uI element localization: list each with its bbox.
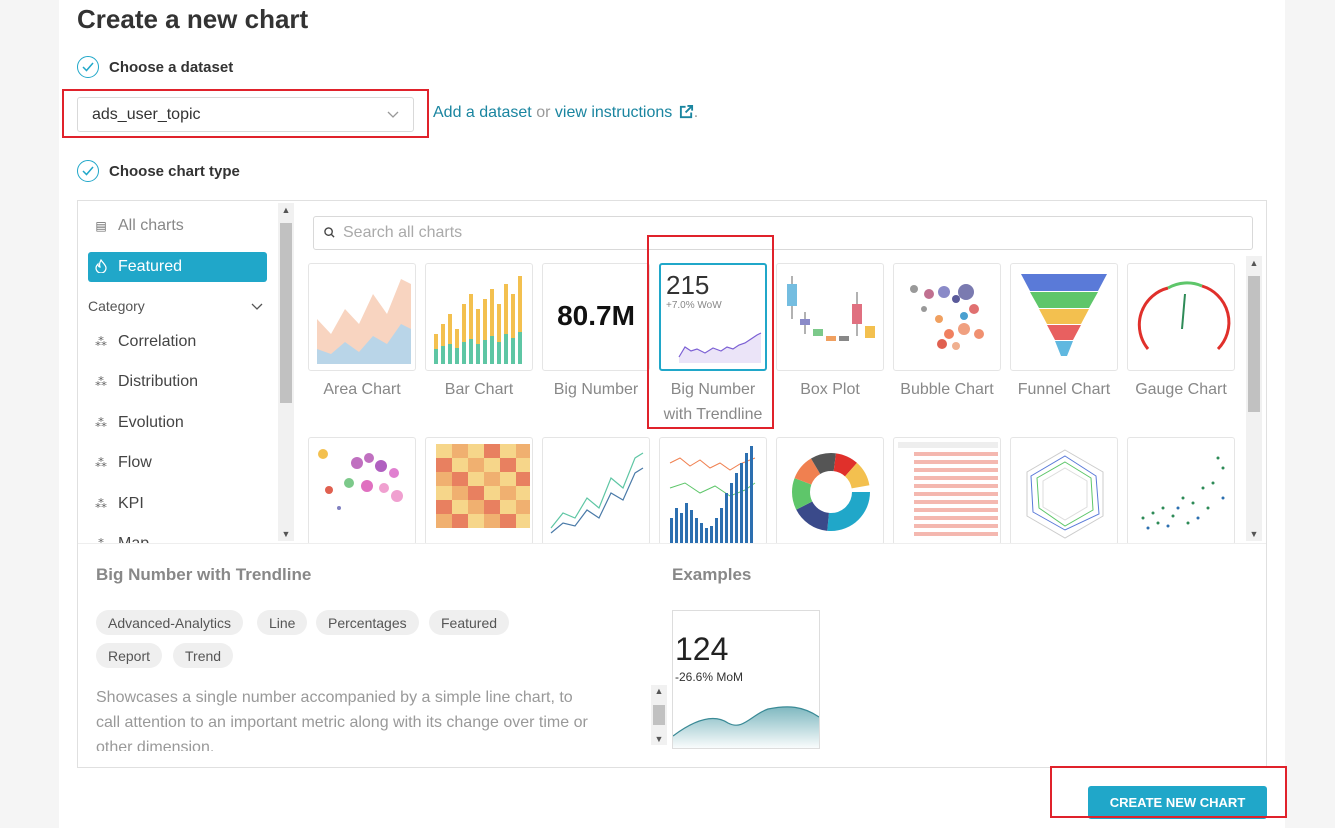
chart-detail-title: Big Number with Trendline: [96, 565, 312, 584]
sidebar-item-label: Distribution: [118, 373, 199, 390]
divider: [78, 543, 1266, 544]
chart-thumb-area[interactable]: [308, 263, 416, 371]
fire-icon: [94, 258, 108, 276]
chart-label: Bubble Chart: [900, 381, 994, 398]
chart-category-sidebar: ▤ All charts Featured Category ⁂ Correlat…: [78, 201, 278, 543]
sidebar-item-label: Correlation: [118, 333, 197, 350]
sidebar-item-distribution[interactable]: ⁂ Distribution: [88, 367, 267, 397]
sidebar-item-correlation[interactable]: ⁂ Correlation: [88, 327, 267, 357]
scrollbar-thumb[interactable]: [1248, 276, 1260, 412]
sidebar-item-label: KPI: [118, 495, 144, 512]
sidebar-item-label: Featured: [118, 258, 183, 275]
example-thumbnail[interactable]: 124 -26.6% MoM: [672, 610, 820, 749]
scrollbar-thumb[interactable]: [280, 223, 292, 403]
scroll-down-icon[interactable]: ▼: [651, 734, 667, 744]
chart-thumb-line[interactable]: [542, 437, 650, 543]
sidebar-item-flow[interactable]: ⁂ Flow: [88, 448, 267, 478]
scrollbar-thumb[interactable]: [653, 705, 665, 725]
highlight-box-chart: [647, 235, 774, 429]
step-choose-chart-type: Choose chart type: [77, 160, 240, 182]
page-title: Create a new chart: [77, 4, 309, 34]
chart-label: Bar Chart: [444, 381, 514, 398]
chart-thumb-big-number[interactable]: 80.7M: [542, 263, 650, 371]
chart-search-input[interactable]: Search all charts: [313, 216, 1253, 250]
highlight-box-button: [1050, 766, 1287, 818]
chart-label: Area Chart: [323, 381, 401, 398]
chart-thumb-bubble[interactable]: [893, 263, 1001, 371]
category-icon: ⁂: [95, 456, 107, 470]
examples-title: Examples: [672, 565, 752, 584]
scroll-down-icon[interactable]: ▼: [278, 529, 294, 539]
chart-description: Showcases a single number accompanied by…: [96, 689, 588, 751]
chevron-down-icon: [251, 298, 263, 314]
scroll-up-icon[interactable]: ▲: [1246, 258, 1262, 268]
view-instructions-link[interactable]: view instructions: [555, 104, 694, 121]
sidebar-item-label: Evolution: [118, 414, 184, 431]
step-label: Choose a dataset: [109, 58, 234, 76]
chart-label: Funnel Chart: [1017, 381, 1111, 398]
category-icon: ⁂: [95, 416, 107, 430]
sidebar-item-label: Flow: [118, 454, 152, 471]
chart-thumb-partition[interactable]: [308, 437, 416, 543]
sidebar-item-featured[interactable]: Featured: [88, 252, 267, 282]
chart-label: Gauge Chart: [1135, 381, 1227, 398]
search-icon: [324, 226, 335, 241]
period-text: .: [693, 104, 699, 121]
chart-thumb-gauge[interactable]: [1127, 263, 1235, 371]
chart-thumb-pie[interactable]: [776, 437, 884, 543]
add-dataset-link[interactable]: Add a dataset: [433, 104, 532, 121]
big-number-value: 80.7M: [557, 300, 635, 331]
search-placeholder: Search all charts: [343, 224, 463, 241]
sidebar-item-label: All charts: [118, 217, 184, 234]
dataset-links: Add a dataset or view instructions .: [433, 104, 698, 122]
chart-thumb-heatmap[interactable]: [425, 437, 533, 543]
category-icon: ⁂: [95, 375, 107, 389]
step-choose-dataset: Choose a dataset: [77, 56, 233, 78]
category-icon: ⁂: [95, 497, 107, 511]
tag: Advanced-Analytics: [96, 610, 243, 635]
sidebar-item-all-charts[interactable]: ▤ All charts: [88, 211, 267, 241]
sidebar-item-evolution[interactable]: ⁂ Evolution: [88, 408, 267, 438]
category-icon: ⁂: [95, 335, 107, 349]
sidebar-item-map[interactable]: ⁂Map: [88, 529, 267, 543]
chart-thumb-mixed[interactable]: [659, 437, 767, 543]
scroll-up-icon[interactable]: ▲: [278, 205, 294, 215]
scroll-down-icon[interactable]: ▼: [1246, 529, 1262, 539]
check-circle-icon: [77, 160, 99, 182]
tag: Featured: [429, 610, 510, 635]
chart-thumb-radar[interactable]: [1010, 437, 1118, 543]
chart-thumb-bar[interactable]: [425, 263, 533, 371]
step-label: Choose chart type: [109, 162, 240, 180]
category-label: Category: [88, 298, 145, 314]
sidebar-scrollbar[interactable]: ▲ ▼: [278, 203, 294, 541]
description-scrollbar[interactable]: ▲ ▼: [651, 685, 667, 745]
tag: Report: [96, 643, 163, 668]
check-circle-icon: [77, 56, 99, 78]
category-header[interactable]: Category: [88, 298, 263, 314]
highlight-box-dataset: [62, 89, 429, 138]
chart-thumb-box-plot[interactable]: [776, 263, 884, 371]
tag: Trend: [173, 643, 234, 668]
chart-label: Big Number: [553, 381, 639, 398]
scroll-up-icon[interactable]: ▲: [651, 686, 667, 696]
gallery-scrollbar[interactable]: ▲ ▼: [1246, 256, 1262, 541]
external-link-icon: [679, 104, 693, 119]
sidebar-item-label: Map: [118, 535, 149, 543]
chart-gallery: Area Chart Bar Chart 80.7M Big Number 21…: [308, 263, 1243, 543]
list-icon: ▤: [95, 219, 107, 233]
tag: Percentages: [316, 610, 419, 635]
sidebar-item-kpi[interactable]: ⁂ KPI: [88, 489, 267, 519]
chart-thumb-scatter[interactable]: [1127, 437, 1235, 543]
tag: Line: [257, 610, 308, 635]
chart-label: Box Plot: [800, 381, 860, 398]
chart-thumb-table[interactable]: [893, 437, 1001, 543]
or-text: or: [536, 104, 551, 121]
chart-thumb-funnel[interactable]: [1010, 263, 1118, 371]
